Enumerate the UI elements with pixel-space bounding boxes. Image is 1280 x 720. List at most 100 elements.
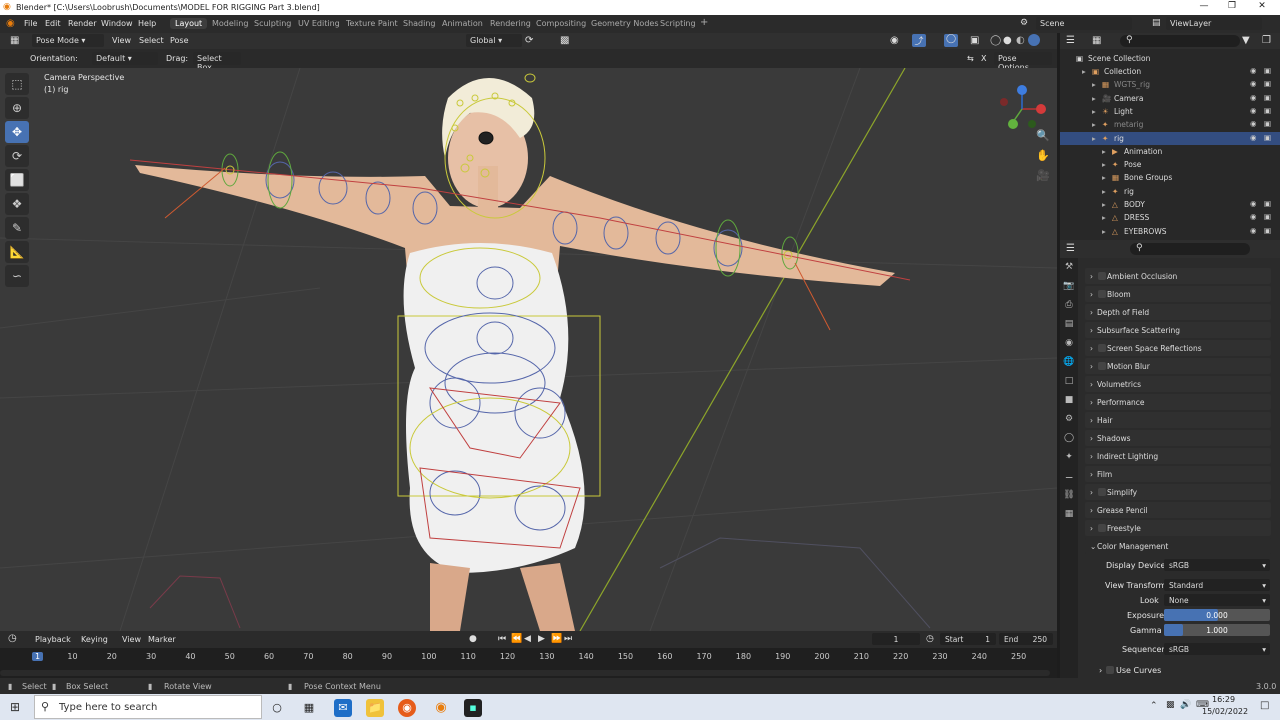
use-curves-arrow-icon[interactable]: › [1099, 666, 1102, 675]
panel-subsurface-scattering[interactable]: › Subsurface Scattering [1085, 322, 1271, 338]
world-tab-icon[interactable]: 🌐 [1060, 353, 1078, 372]
relax-tool-icon[interactable]: ∽ [5, 265, 29, 287]
mirror-icon[interactable]: ⇆ [967, 54, 974, 63]
look-select[interactable]: None ▾ [1164, 594, 1270, 606]
visibility-eye-icon[interactable]: ◉ [1250, 66, 1257, 75]
panel-color-management[interactable]: ⌄ Color Management [1085, 538, 1271, 554]
outliner-row[interactable]: ▸ △ BODY ◉ ▣ [1060, 198, 1280, 211]
panel-screen-space-reflections[interactable]: › Screen Space Reflections [1085, 340, 1271, 356]
expand-arrow-icon[interactable]: ▸ [1102, 227, 1106, 236]
transform-orientation-selector[interactable]: Global ▾ [466, 34, 522, 47]
solid-shading-icon[interactable]: ● [1003, 35, 1012, 46]
taskbar-search[interactable]: ⚲ Type here to search [34, 695, 262, 719]
expand-arrow-icon[interactable]: ▸ [1102, 187, 1106, 196]
preview-range-icon[interactable]: ◷ [926, 634, 934, 644]
use-curves-checkbox[interactable] [1106, 666, 1114, 674]
menu-file[interactable]: File [24, 19, 37, 28]
outliner[interactable]: ☰ ▦ ⚲ ▼ ❐ ▣ Scene Collection ▸ ▣ Collection… [1060, 33, 1280, 240]
add-workspace-button[interactable]: + [700, 17, 708, 28]
expand-arrow-icon[interactable]: ▸ [1092, 120, 1096, 129]
tab-sculpting[interactable]: Sculpting [254, 19, 291, 28]
outliner-row[interactable]: ▸ ✦ metarig ◉ ▣ [1060, 118, 1280, 131]
zoom-icon[interactable]: 🔍 [1033, 129, 1053, 147]
blender-menu-icon[interactable]: ◉ [6, 18, 15, 29]
visibility-eye-icon[interactable]: ◉ [1250, 93, 1257, 102]
render-camera-icon[interactable]: ▣ [1264, 212, 1271, 221]
exposure-slider[interactable]: 0.000 [1164, 609, 1270, 621]
tab-rendering[interactable]: Rendering [490, 19, 531, 28]
tab-uv-editing[interactable]: UV Editing [298, 19, 340, 28]
outliner-row[interactable]: ▸ 🎥 Camera ◉ ▣ [1060, 92, 1280, 105]
render-camera-icon[interactable]: ▣ [1264, 199, 1271, 208]
expand-arrow-icon[interactable]: ▸ [1102, 213, 1106, 222]
render-camera-icon[interactable]: ▣ [1264, 79, 1271, 88]
outliner-row[interactable]: ▸ ✦ rig ◉ ▣ [1060, 131, 1280, 145]
collection-tab-icon[interactable]: □ [1060, 372, 1078, 391]
outliner-search-input[interactable]: ⚲ [1120, 35, 1240, 47]
pan-hand-icon[interactable]: ✋ [1033, 149, 1053, 167]
outliner-row[interactable]: ▸ ✦ Pose [1060, 158, 1280, 171]
scale-tool-icon[interactable]: ⬜ [5, 169, 29, 191]
overlay-toggle-icon[interactable]: ◯ [944, 34, 958, 47]
panel-grease-pencil[interactable]: › Grease Pencil [1085, 502, 1271, 518]
visibility-eye-icon[interactable]: ◉ [1250, 79, 1257, 88]
maximize-icon[interactable]: ❐ [1218, 1, 1246, 11]
expand-arrow-icon[interactable]: ▸ [1082, 67, 1086, 76]
render-camera-icon[interactable]: ▣ [1264, 226, 1271, 235]
object-tab-icon[interactable]: ■ [1060, 391, 1078, 410]
firefox-icon[interactable]: ◉ [398, 699, 416, 717]
blender-taskbar-icon[interactable]: ◉ [432, 699, 450, 717]
task-view-icon[interactable]: ▦ [300, 699, 318, 717]
viewport-menu-view[interactable]: View [112, 36, 131, 45]
windows-start-icon[interactable]: ⊞ [10, 700, 20, 714]
panel-enable-checkbox[interactable] [1098, 362, 1106, 370]
playhead[interactable]: 1 [32, 652, 44, 661]
render-camera-icon[interactable]: ▣ [1264, 119, 1271, 128]
editor-type-icon[interactable]: ▦ [10, 35, 19, 46]
tab-texture-paint[interactable]: Texture Paint [346, 19, 398, 28]
modifier-tab-icon[interactable]: ⚙ [1060, 410, 1078, 429]
network-icon[interactable]: ▩ [1166, 700, 1175, 710]
rotate-tool-icon[interactable]: ⟳ [5, 145, 29, 167]
properties-search-input[interactable]: ⚲ [1130, 243, 1250, 255]
tab-compositing[interactable]: Compositing [536, 19, 586, 28]
render-camera-icon[interactable]: ▣ [1264, 106, 1271, 115]
transform-tool-icon[interactable]: ❖ [5, 193, 29, 215]
panel-ambient-occlusion[interactable]: › Ambient Occlusion [1085, 268, 1271, 284]
x-mirror-toggle[interactable]: X [981, 54, 986, 63]
timeline-menu-view[interactable]: View [122, 635, 141, 644]
minimize-icon[interactable]: — [1190, 1, 1218, 11]
menu-render[interactable]: Render [68, 19, 96, 28]
timeline-menu-keying[interactable]: Keying [81, 635, 108, 644]
outliner-row[interactable]: ▸ ✦ rig [1060, 185, 1280, 198]
render-camera-icon[interactable]: ▣ [1264, 133, 1271, 142]
constraint-tab-icon[interactable]: ⛓ [1060, 486, 1078, 505]
start-frame-field[interactable]: Start 1 [940, 633, 996, 645]
drag-selector[interactable]: Select Box [193, 52, 241, 72]
panel-enable-checkbox[interactable] [1098, 290, 1106, 298]
expand-arrow-icon[interactable]: ▸ [1092, 80, 1096, 89]
jump-start-icon[interactable]: ⏮ [498, 634, 506, 644]
view-transform-select[interactable]: Standard ▾ [1164, 579, 1270, 591]
filter-icon[interactable]: ▼ [1242, 35, 1250, 46]
armature-tab-icon[interactable]: ✦ [1060, 448, 1078, 467]
app-taskbar-icon[interactable]: ▪ [464, 699, 482, 717]
texture-tab-icon[interactable]: ▦ [1060, 505, 1078, 524]
file-explorer-icon[interactable]: 📁 [366, 699, 384, 717]
panel-performance[interactable]: › Performance [1085, 394, 1271, 410]
expand-arrow-icon[interactable]: ▸ [1092, 107, 1096, 116]
expand-arrow-icon[interactable]: ▸ [1102, 147, 1106, 156]
tray-up-icon[interactable]: ⌃ [1150, 701, 1158, 711]
end-frame-field[interactable]: End 250 [999, 633, 1053, 645]
tab-geometry-nodes[interactable]: Geometry Nodes [591, 19, 658, 28]
scene-selector[interactable]: Scene [1036, 17, 1132, 30]
expand-arrow-icon[interactable]: ▸ [1102, 200, 1106, 209]
visibility-eye-icon[interactable]: ◉ [1250, 106, 1257, 115]
scene-tab-icon[interactable]: ◉ [1060, 334, 1078, 353]
panel-bloom[interactable]: › Bloom [1085, 286, 1271, 302]
next-keyframe-icon[interactable]: ⏩ [551, 634, 562, 644]
timeline-menu-playback[interactable]: Playback [35, 635, 71, 644]
visibility-eye-icon[interactable]: ◉ [1250, 119, 1257, 128]
notifications-icon[interactable]: □ [1260, 700, 1269, 711]
outliner-scene-collection[interactable]: ▣ Scene Collection [1060, 52, 1280, 65]
